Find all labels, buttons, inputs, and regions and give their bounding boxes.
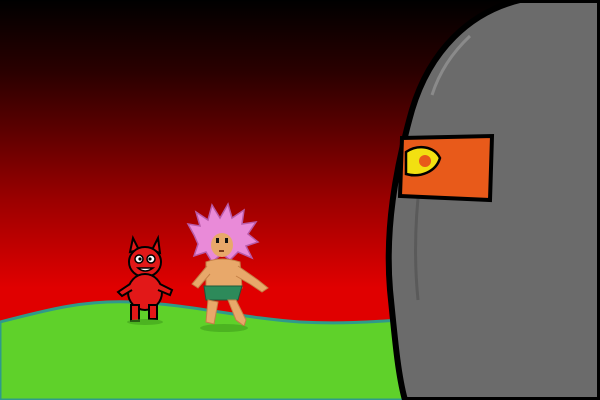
scene-canvas bbox=[0, 0, 600, 400]
golem-body bbox=[385, 0, 600, 400]
imp-right-leg bbox=[148, 304, 158, 320]
caveman-face bbox=[211, 233, 233, 257]
game-scene bbox=[0, 0, 600, 400]
stone-golem bbox=[385, 0, 600, 400]
golem-pupil bbox=[419, 155, 431, 167]
caveman-left-eye bbox=[216, 238, 219, 243]
imp-left-leg bbox=[130, 304, 140, 322]
imp-head bbox=[128, 246, 162, 278]
caveman-right-eye bbox=[225, 238, 228, 243]
caveman-loincloth bbox=[203, 285, 243, 301]
